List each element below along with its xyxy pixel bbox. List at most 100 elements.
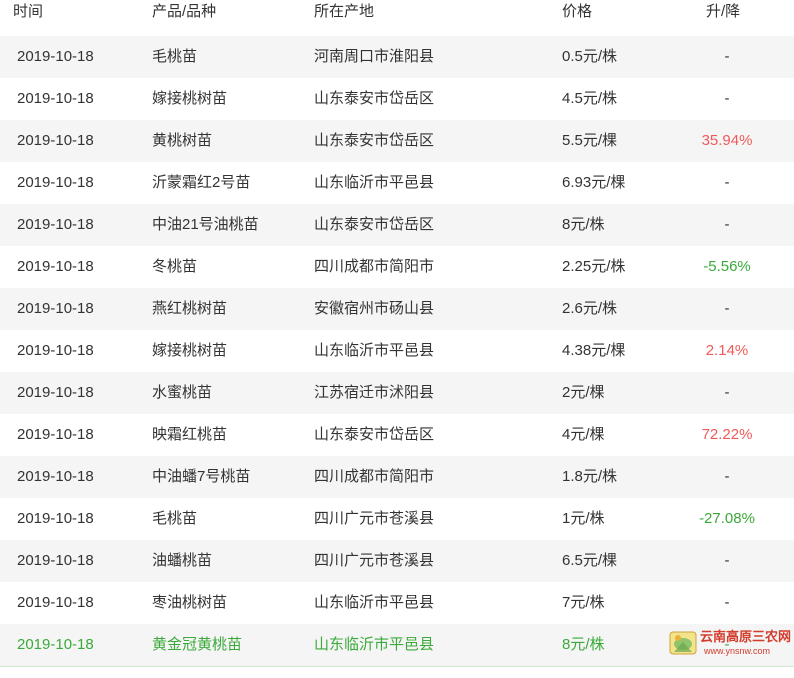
cell-product[interactable]: 水蜜桃苗	[152, 372, 212, 414]
table-row[interactable]: 2019-10-18 沂蒙霜红2号苗 山东临沂市平邑县 6.93元/棵 -	[0, 162, 794, 204]
cell-origin: 山东泰安市岱岳区	[314, 216, 435, 233]
cell-change: -	[724, 384, 730, 401]
cell-product[interactable]: 嫁接桃树苗	[152, 330, 227, 372]
cell-price: 2.6元/株	[562, 300, 618, 317]
table-row[interactable]: 2019-10-18 中油蟠7号桃苗 四川成都市简阳市 1.8元/株 -	[0, 456, 794, 498]
cell-price: 4.5元/株	[562, 90, 618, 107]
cell-origin: 山东临沂市平邑县	[314, 594, 435, 611]
cell-price: 7元/株	[562, 594, 605, 611]
cell-product[interactable]: 毛桃苗	[152, 36, 197, 78]
cell-change: -	[724, 300, 730, 317]
cell-date: 2019-10-18	[17, 48, 94, 65]
cell-product[interactable]: 黄桃树苗	[152, 120, 212, 162]
cell-change: 2.14%	[705, 342, 749, 359]
cell-change: -	[724, 468, 730, 485]
cell-change: 72.22%	[701, 426, 753, 443]
cell-price: 8元/株	[562, 636, 605, 653]
cell-change: -	[724, 90, 730, 107]
cell-product[interactable]: 嫁接桃树苗	[152, 78, 227, 120]
table-row[interactable]: 2019-10-18 中油21号油桃苗 山东泰安市岱岳区 8元/株 -	[0, 204, 794, 246]
cell-origin: 安徽宿州市砀山县	[314, 300, 435, 317]
cell-price: 0.5元/株	[562, 48, 618, 65]
cell-product[interactable]: 映霜红桃苗	[152, 414, 227, 456]
cell-change: 35.94%	[701, 132, 753, 149]
table-row[interactable]: 2019-10-18 嫁接桃树苗 山东泰安市岱岳区 4.5元/株 -	[0, 78, 794, 120]
cell-date: 2019-10-18	[17, 468, 94, 485]
cell-change: -	[724, 552, 730, 569]
cell-date: 2019-10-18	[17, 384, 94, 401]
cell-date: 2019-10-18	[17, 342, 94, 359]
cell-price: 1.8元/株	[562, 468, 618, 485]
table-row[interactable]: 2019-10-18 映霜红桃苗 山东泰安市岱岳区 4元/棵 72.22%	[0, 414, 794, 456]
cell-origin: 江苏宿迁市沭阳县	[314, 384, 435, 401]
cell-price: 6.93元/棵	[562, 174, 626, 191]
cell-change: -	[724, 174, 730, 191]
cell-origin: 四川成都市简阳市	[314, 258, 435, 275]
cell-product[interactable]: 黄金冠黄桃苗	[152, 624, 242, 666]
cell-price: 4元/棵	[562, 426, 605, 443]
cell-price: 1元/株	[562, 510, 605, 527]
table-row[interactable]: 2019-10-18 枣油桃树苗 山东临沂市平邑县 7元/株 -	[0, 582, 794, 624]
table-row[interactable]: 2019-10-18 嫁接桃树苗 山东临沂市平邑县 4.38元/棵 2.14%	[0, 330, 794, 372]
cell-origin: 山东泰安市岱岳区	[314, 90, 435, 107]
cell-price: 5.5元/棵	[562, 132, 618, 149]
table-row[interactable]: 2019-10-18 燕红桃树苗 安徽宿州市砀山县 2.6元/株 -	[0, 288, 794, 330]
cell-origin: 山东泰安市岱岳区	[314, 132, 435, 149]
cell-price: 2元/棵	[562, 384, 605, 401]
cell-product[interactable]: 沂蒙霜红2号苗	[152, 162, 250, 204]
cell-origin: 四川广元市苍溪县	[314, 552, 435, 569]
farm-logo-icon	[669, 631, 697, 655]
cell-origin: 山东临沂市平邑县	[314, 636, 435, 653]
cell-price: 2.25元/株	[562, 258, 626, 275]
cell-product[interactable]: 冬桃苗	[152, 246, 197, 288]
table-header: 时间 产品/品种 所在产地 价格 升/降	[0, 0, 794, 36]
cell-product[interactable]: 毛桃苗	[152, 498, 197, 540]
cell-change: -5.56%	[703, 258, 751, 275]
cell-product[interactable]: 枣油桃树苗	[152, 582, 227, 624]
watermark-site-name: 云南高原三农网	[700, 629, 792, 644]
table-row[interactable]: 2019-10-18 冬桃苗 四川成都市简阳市 2.25元/株 -5.56%	[0, 246, 794, 288]
watermark-url: www.ynsnw.com	[704, 646, 771, 656]
cell-product[interactable]: 中油蟠7号桃苗	[152, 456, 250, 498]
cell-date: 2019-10-18	[17, 258, 94, 275]
cell-date: 2019-10-18	[17, 300, 94, 317]
price-table: 时间 产品/品种 所在产地 价格 升/降 2019-10-18 毛桃苗 河南周口市淮…	[0, 0, 794, 667]
cell-product[interactable]: 中油21号油桃苗	[152, 204, 259, 246]
cell-product[interactable]: 燕红桃树苗	[152, 288, 227, 330]
cell-change: -27.08%	[699, 510, 755, 527]
cell-date: 2019-10-18	[17, 174, 94, 191]
cell-product[interactable]: 油蟠桃苗	[152, 540, 212, 582]
header-change: 升/降	[706, 3, 741, 20]
cell-origin: 四川成都市简阳市	[314, 468, 435, 485]
cell-change: -	[724, 216, 730, 233]
cell-date: 2019-10-18	[17, 552, 94, 569]
header-origin: 所在产地	[314, 3, 375, 20]
cell-origin: 山东泰安市岱岳区	[314, 426, 435, 443]
cell-origin: 四川广元市苍溪县	[314, 510, 435, 527]
header-product: 产品/品种	[152, 3, 217, 20]
cell-origin: 山东临沂市平邑县	[314, 174, 435, 191]
cell-change: -	[724, 48, 730, 65]
header-date: 时间	[13, 3, 44, 20]
cell-date: 2019-10-18	[17, 90, 94, 107]
header-price: 价格	[562, 3, 593, 20]
cell-date: 2019-10-18	[17, 510, 94, 527]
cell-price: 8元/株	[562, 216, 605, 233]
cell-date: 2019-10-18	[17, 594, 94, 611]
cell-date: 2019-10-18	[17, 216, 94, 233]
cell-price: 6.5元/棵	[562, 552, 618, 569]
cell-change: -	[724, 594, 730, 611]
cell-origin: 河南周口市淮阳县	[314, 48, 435, 65]
cell-origin: 山东临沂市平邑县	[314, 342, 435, 359]
table-row[interactable]: 2019-10-18 毛桃苗 四川广元市苍溪县 1元/株 -27.08%	[0, 498, 794, 540]
table-row[interactable]: 2019-10-18 水蜜桃苗 江苏宿迁市沭阳县 2元/棵 -	[0, 372, 794, 414]
cell-date: 2019-10-18	[17, 132, 94, 149]
table-row[interactable]: 2019-10-18 毛桃苗 河南周口市淮阳县 0.5元/株 -	[0, 36, 794, 78]
cell-date: 2019-10-18	[17, 426, 94, 443]
table-row[interactable]: 2019-10-18 黄桃树苗 山东泰安市岱岳区 5.5元/棵 35.94%	[0, 120, 794, 162]
table-row[interactable]: 2019-10-18 油蟠桃苗 四川广元市苍溪县 6.5元/棵 -	[0, 540, 794, 582]
cell-price: 4.38元/棵	[562, 342, 626, 359]
cell-date: 2019-10-18	[17, 636, 94, 653]
site-watermark: 云南高原三农网 www.ynsnw.com	[664, 626, 791, 662]
table-body: 2019-10-18 毛桃苗 河南周口市淮阳县 0.5元/株 - 2019-10-18 嫁接…	[0, 36, 794, 667]
